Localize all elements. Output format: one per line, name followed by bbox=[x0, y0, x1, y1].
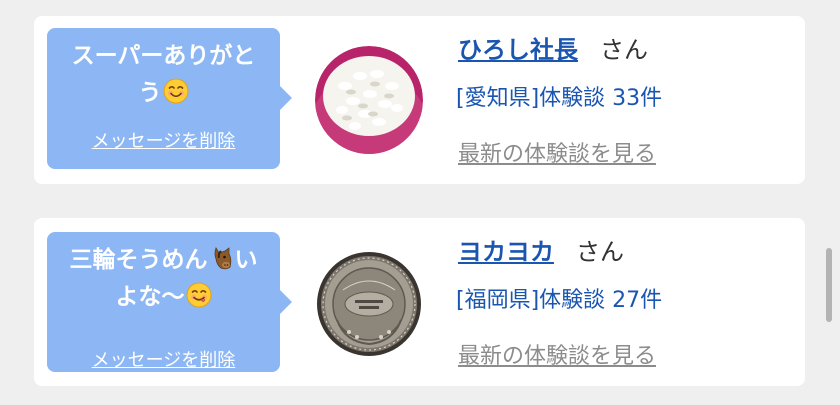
horse-face-icon bbox=[209, 245, 235, 271]
yum-face-icon bbox=[186, 282, 212, 308]
message-text: スーパーありがと う bbox=[53, 38, 274, 112]
message-line-1: 三輪そうめん bbox=[69, 247, 208, 273]
message-card: 三輪そうめんい よな〜 メッセージを削除 ヨカヨカ さん [福岡県]体験談 27… bbox=[34, 218, 805, 386]
user-line: ヨカヨカ さん bbox=[458, 232, 624, 267]
latest-stories-link[interactable]: 最新の体験談を見る bbox=[458, 136, 656, 168]
latest-stories-link[interactable]: 最新の体験談を見る bbox=[458, 338, 656, 370]
delete-message-link[interactable]: メッセージを削除 bbox=[47, 346, 280, 372]
message-bubble: 三輪そうめんい よな〜 メッセージを削除 bbox=[47, 232, 292, 372]
scrollbar[interactable] bbox=[826, 248, 832, 322]
message-line-1b: い bbox=[234, 247, 258, 273]
prefecture: [愛知県] bbox=[456, 86, 540, 111]
stories-count: 体験談 27件 bbox=[539, 288, 663, 313]
message-card: スーパーありがと う メッセージを削除 ひろし社長 さん [愛知県]体験談 33… bbox=[34, 16, 805, 184]
smiling-face-icon bbox=[163, 78, 189, 104]
stories-count: 体験談 33件 bbox=[539, 86, 663, 111]
message-line-2: よな〜 bbox=[115, 284, 185, 310]
message-bubble: スーパーありがと う メッセージを削除 bbox=[47, 28, 292, 169]
user-name-link[interactable]: ひろし社長 bbox=[458, 36, 578, 64]
user-name-link[interactable]: ヨカヨカ bbox=[458, 238, 554, 266]
coin-medal-image bbox=[315, 250, 423, 358]
prefecture: [福岡県] bbox=[456, 288, 540, 313]
honorific: さん bbox=[576, 238, 624, 266]
delete-message-link[interactable]: メッセージを削除 bbox=[47, 127, 280, 153]
rice-bowl-image bbox=[315, 46, 423, 154]
user-avatar[interactable] bbox=[315, 250, 423, 358]
message-line-1: スーパーありがと bbox=[71, 43, 256, 69]
user-line: ひろし社長 さん bbox=[458, 30, 648, 65]
message-line-2: う bbox=[138, 80, 162, 106]
honorific: さん bbox=[600, 36, 648, 64]
user-info: [福岡県]体験談 27件 bbox=[456, 282, 662, 314]
user-avatar[interactable] bbox=[315, 46, 423, 154]
user-info: [愛知県]体験談 33件 bbox=[456, 80, 662, 112]
message-text: 三輪そうめんい よな〜 bbox=[53, 242, 274, 316]
